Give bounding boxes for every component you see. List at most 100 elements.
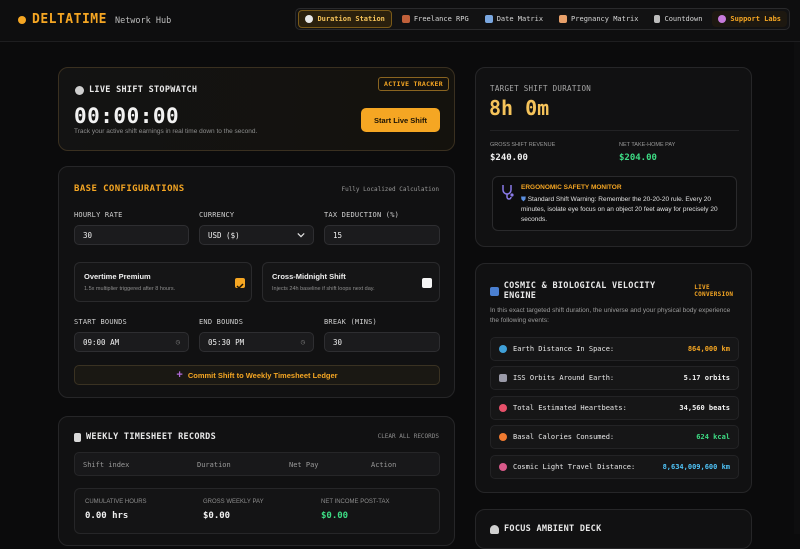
row-value: 5.17 orbits bbox=[683, 374, 730, 382]
target-label: TARGET SHIFT DURATION bbox=[490, 84, 592, 93]
hourly-rate-input[interactable]: 30 bbox=[74, 225, 189, 245]
nav-freelance-rpg[interactable]: Freelance RPG bbox=[396, 11, 475, 27]
config-note: Fully Localized Calculation bbox=[341, 186, 439, 193]
gross-weekly-value: $0.00 bbox=[203, 511, 231, 521]
start-time-value: 09:00 AM bbox=[83, 337, 120, 347]
ruler-icon bbox=[490, 286, 499, 296]
shield-icon: ⛊ bbox=[521, 196, 528, 203]
clipboard-icon bbox=[74, 432, 81, 442]
end-time-value: 05:30 PM bbox=[208, 337, 245, 347]
net-pay-label: NET TAKE-HOME PAY bbox=[619, 142, 676, 148]
overtime-desc: 1.5x multiplier triggered after 8 hours. bbox=[84, 286, 176, 292]
nav-support-labs[interactable]: Support Labs bbox=[712, 11, 787, 27]
gross-weekly-label: GROSS WEEKLY PAY bbox=[203, 499, 264, 505]
end-time-input[interactable]: 05:30 PM ◷ bbox=[199, 332, 314, 352]
cosmic-velocity-card: COSMIC & BIOLOGICAL VELOCITY ENGINE LIVE… bbox=[475, 263, 752, 493]
monitor-text: ⛊ Standard Shift Warning: Remember the 2… bbox=[521, 195, 731, 225]
tax-input[interactable]: 15 bbox=[324, 225, 440, 245]
hourglass-icon bbox=[654, 15, 661, 23]
timesheet-title: WEEKLY TIMESHEET RECORDS bbox=[74, 432, 216, 442]
timesheet-title-text: WEEKLY TIMESHEET RECORDS bbox=[86, 432, 217, 442]
scrollbar[interactable] bbox=[794, 42, 800, 534]
cosmic-row-earth: Earth Distance In Space: 864,000 km bbox=[490, 337, 739, 361]
tax-label: TAX DEDUCTION (%) bbox=[324, 211, 400, 219]
break-input[interactable]: 30 bbox=[324, 332, 440, 352]
stopwatch-title: LIVE SHIFT STOPWATCH bbox=[75, 85, 197, 95]
timesheet-summary: CUMULATIVE HOURS 0.00 hrs GROSS WEEKLY P… bbox=[74, 488, 440, 534]
headphones-icon bbox=[490, 524, 499, 534]
focus-ambient-card: FOCUS AMBIENT DECK bbox=[475, 509, 752, 549]
nav-label: Freelance RPG bbox=[413, 15, 469, 23]
break-value: 30 bbox=[333, 337, 343, 347]
calendar-icon bbox=[484, 15, 493, 23]
timesheet-table-header: Shift index Duration Net Pay Action bbox=[74, 452, 440, 476]
globe-icon bbox=[499, 345, 507, 353]
midnight-title: Cross-Midnight Shift bbox=[272, 272, 346, 281]
start-live-shift-button[interactable]: Start Live Shift bbox=[361, 108, 440, 132]
hourly-rate-value: 30 bbox=[83, 230, 93, 240]
chevron-down-icon bbox=[297, 232, 305, 238]
cosmic-row-calories: Basal Calories Consumed: 624 kcal bbox=[490, 425, 739, 449]
col-duration: Duration bbox=[197, 461, 231, 469]
start-time-input[interactable]: 09:00 AM ◷ bbox=[74, 332, 189, 352]
monitor-text-body: Standard Shift Warning: Remember the 20-… bbox=[521, 196, 718, 223]
cosmic-title-text: COSMIC & BIOLOGICAL VELOCITY ENGINE bbox=[503, 281, 656, 301]
col-net-pay: Net Pay bbox=[289, 461, 319, 469]
clock-icon: ◷ bbox=[175, 338, 180, 346]
rocket-icon bbox=[499, 463, 507, 471]
currency-select[interactable]: USD ($) bbox=[199, 225, 314, 245]
active-tracker-badge: ACTIVE TRACKER bbox=[378, 77, 449, 91]
target-value: 8h 0m bbox=[489, 96, 550, 120]
row-label: Total Estimated Heartbeats: bbox=[513, 404, 627, 412]
heart-icon bbox=[499, 404, 507, 412]
monitor-title: ERGONOMIC SAFETY MONITOR bbox=[521, 184, 622, 191]
check-icon bbox=[236, 283, 244, 290]
clock-icon bbox=[305, 15, 314, 23]
nav-date-matrix[interactable]: Date Matrix bbox=[479, 11, 549, 27]
clear-all-records-button[interactable]: CLEAR ALL RECORDS bbox=[378, 433, 439, 440]
ergonomic-monitor: ERGONOMIC SAFETY MONITOR ⛊ Standard Shif… bbox=[492, 176, 737, 231]
cum-hours-value: 0.00 hrs bbox=[85, 511, 129, 521]
nav-label: Duration Station bbox=[317, 15, 385, 23]
nav-duration-station[interactable]: Duration Station bbox=[298, 10, 392, 28]
brand-dot-icon bbox=[18, 15, 26, 24]
commit-shift-button[interactable]: + Commit Shift to Weekly Timesheet Ledge… bbox=[74, 365, 440, 385]
nav-countdown[interactable]: Countdown bbox=[648, 11, 708, 27]
base-configurations-card: BASE CONFIGURATIONS Fully Localized Calc… bbox=[58, 166, 455, 398]
net-income-value: $0.00 bbox=[321, 511, 349, 521]
top-bar: DELTATIME Network Hub Duration Station F… bbox=[0, 0, 800, 42]
nav-label: Support Labs bbox=[730, 15, 781, 23]
stethoscope-icon bbox=[502, 185, 514, 200]
overtime-title: Overtime Premium bbox=[84, 272, 151, 281]
stopwatch-description: Track your active shift earnings in real… bbox=[74, 128, 258, 135]
overtime-premium-toggle[interactable]: Overtime Premium 1.5x multiplier trigger… bbox=[74, 262, 252, 302]
end-bounds-label: END BOUNDS bbox=[199, 318, 244, 326]
briefcase-icon bbox=[401, 15, 410, 23]
plus-icon: + bbox=[176, 369, 183, 381]
stopwatch-icon bbox=[75, 85, 84, 95]
overtime-checkbox[interactable] bbox=[235, 278, 245, 290]
gross-revenue-label: GROSS SHIFT REVENUE bbox=[490, 142, 556, 148]
brand[interactable]: DELTATIME Network Hub bbox=[18, 12, 171, 27]
cross-midnight-toggle[interactable]: Cross-Midnight Shift Injects 24h baselin… bbox=[262, 262, 440, 302]
commit-label: Commit Shift to Weekly Timesheet Ledger bbox=[187, 370, 338, 380]
live-conversion-badge: LIVE CONVERSION bbox=[694, 284, 734, 298]
stopwatch-title-text: LIVE SHIFT STOPWATCH bbox=[89, 85, 198, 95]
heart-icon bbox=[559, 15, 568, 23]
clock-icon: ◷ bbox=[300, 338, 305, 346]
row-value: 34,560 beats bbox=[679, 404, 730, 412]
gross-revenue-value: $240.00 bbox=[490, 153, 528, 163]
currency-value: USD ($) bbox=[208, 230, 240, 240]
flame-icon bbox=[499, 433, 507, 441]
nav-pregnancy-matrix[interactable]: Pregnancy Matrix bbox=[553, 11, 644, 27]
cosmic-title: COSMIC & BIOLOGICAL VELOCITY ENGINE LIVE… bbox=[490, 281, 751, 301]
focus-title-text: FOCUS AMBIENT DECK bbox=[504, 524, 602, 534]
brand-subtitle: Network Hub bbox=[114, 16, 172, 26]
midnight-checkbox[interactable] bbox=[422, 278, 432, 288]
satellite-icon bbox=[499, 374, 507, 382]
nav-label: Pregnancy Matrix bbox=[571, 15, 639, 23]
hourly-rate-label: HOURLY RATE bbox=[74, 211, 123, 219]
currency-label: CURRENCY bbox=[199, 211, 235, 219]
row-label: Basal Calories Consumed: bbox=[513, 433, 615, 441]
brand-name: DELTATIME bbox=[32, 12, 107, 27]
